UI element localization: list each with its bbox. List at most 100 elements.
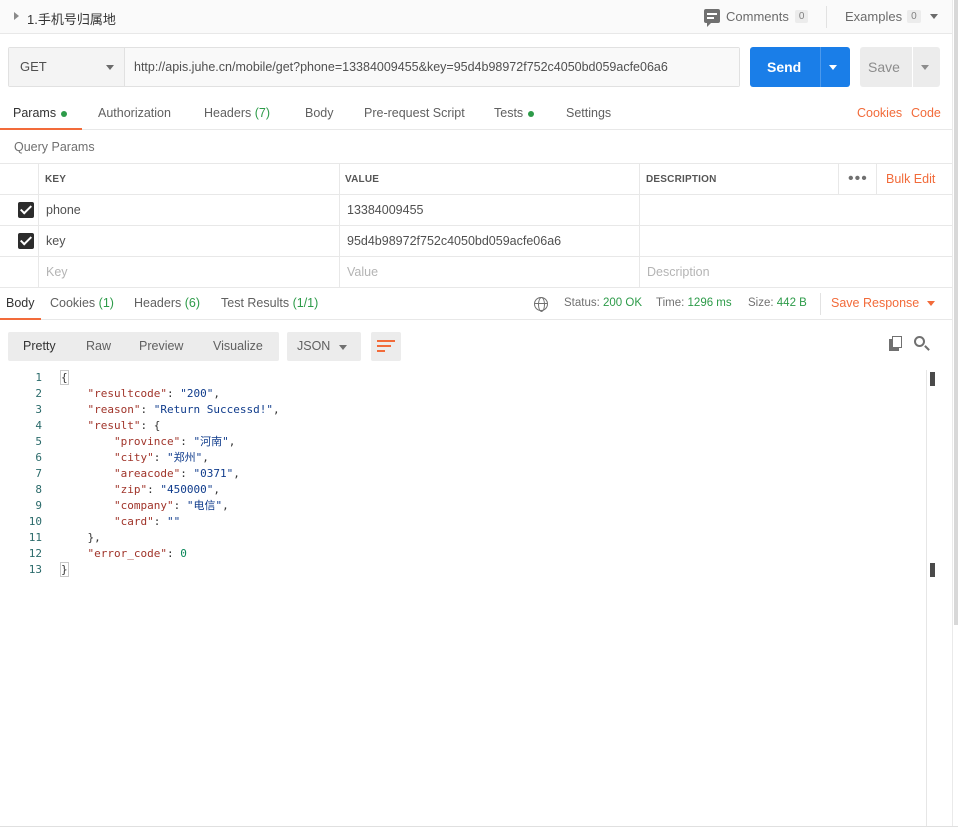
method-select[interactable]: GET [9,48,125,86]
editor-scrollbar-track [926,370,927,827]
chevron-down-icon [339,345,347,350]
param-value-cell[interactable]: 95d4b98972f752c4050bd059acfe06a6 [347,234,561,248]
response-body-editor[interactable]: 1{2 "resultcode": "200", 3 "reason": "Ret… [0,370,926,827]
request-name[interactable]: 1.手机号归属地 [27,9,116,28]
response-tab-test-results[interactable]: Test Results (1/1) [221,296,318,310]
table-row: key 95d4b98972f752c4050bd059acfe06a6 [0,226,952,257]
comments-count-badge: 0 [794,9,809,23]
divider [838,164,839,194]
format-select[interactable]: JSON [287,332,361,361]
response-tab-cookies[interactable]: Cookies (1) [50,296,114,310]
code-line: 2 "resultcode": "200", [0,386,926,402]
save-label: Save [868,59,900,75]
status-value: 200 OK [603,297,643,309]
view-preview-button[interactable]: Preview [139,339,183,353]
view-visualize-button[interactable]: Visualize [213,339,263,353]
code-line: 1{ [0,370,926,386]
scrollbar-thumb [954,0,958,625]
param-value-cell[interactable]: 13384009455 [347,203,423,217]
line-number: 6 [35,451,42,464]
send-button[interactable]: Send [750,47,850,87]
save-response-dropdown[interactable]: Save Response [831,296,936,310]
size-value: 442 B [776,297,807,309]
param-key-cell[interactable]: key [46,234,65,248]
chevron-down-icon [106,65,114,70]
divider [826,6,827,28]
new-value-input[interactable]: Value [347,265,378,279]
method-value: GET [20,59,47,74]
column-header-key: KEY [45,174,67,185]
time-readout: Time: 1296 ms [656,297,732,309]
divider [639,257,640,287]
code-text: "card": "" [113,515,181,528]
new-key-input[interactable]: Key [46,265,68,279]
table-header-row: KEY VALUE DESCRIPTION ••• Bulk Edit [0,164,952,195]
format-value: JSON [297,339,331,353]
expand-caret-icon[interactable] [14,12,19,20]
save-button[interactable]: Save [860,47,940,87]
code-line: 10 "card": "" [0,514,926,530]
code-text: "error_code": 0 [87,547,187,560]
response-tab-headers[interactable]: Headers (6) [134,296,200,310]
line-number: 9 [35,499,42,512]
divider [38,226,39,256]
request-tabs: Params Authorization Headers (7) Body Pr… [0,97,958,130]
line-number: 13 [28,563,42,576]
save-options-chevron-icon[interactable] [921,65,929,70]
chevron-down-icon [927,301,936,307]
divider [639,164,640,194]
tab-tests[interactable]: Tests [494,106,535,120]
examples-count-badge: 0 [907,9,921,23]
line-number: 7 [35,467,42,480]
line-number: 3 [35,403,42,416]
editor-scroll-marker[interactable] [930,372,935,386]
table-row: phone 13384009455 [0,195,952,226]
comments-label: Comments [726,8,789,24]
column-header-value: VALUE [345,174,380,185]
divider [339,257,340,287]
code-line: 7 "areacode": "0371", [0,466,926,482]
tab-authorization[interactable]: Authorization [98,106,171,120]
editor-scroll-marker[interactable] [930,563,935,577]
bulk-edit-link[interactable]: Bulk Edit [886,172,935,186]
view-pretty-button[interactable]: Pretty [23,339,56,353]
line-number: 12 [28,547,42,560]
param-key-cell[interactable]: phone [46,203,81,217]
code-text: "zip": "450000", [113,483,220,496]
examples-dropdown[interactable]: Examples 0 [845,7,938,25]
divider [339,164,340,194]
cookies-link[interactable]: Cookies [857,106,902,120]
active-tab-underline [0,128,82,130]
active-tab-underline [0,318,41,320]
view-raw-button[interactable]: Raw [86,339,111,353]
page-scrollbar[interactable] [952,0,958,827]
tab-pre-request-script[interactable]: Pre-request Script [364,106,465,120]
divider [38,257,39,287]
tab-headers[interactable]: Headers (7) [204,106,270,120]
param-enabled-checkbox[interactable] [18,233,34,249]
globe-icon[interactable] [534,297,548,312]
status-readout: Status: 200 OK [564,297,643,309]
new-description-input[interactable]: Description [647,265,710,279]
response-tab-body[interactable]: Body [6,296,35,310]
query-params-title: Query Params [14,140,95,154]
more-options-icon[interactable]: ••• [848,170,868,188]
code-link[interactable]: Code [911,106,941,120]
wrap-lines-button[interactable] [371,332,401,361]
code-line: 12 "error_code": 0 [0,546,926,562]
comments-button[interactable]: Comments 0 [704,7,809,27]
url-input[interactable]: http://apis.juhe.cn/mobile/get?phone=133… [125,48,739,86]
time-value: 1296 ms [687,297,732,309]
copy-icon[interactable] [889,336,903,351]
search-icon[interactable] [914,336,930,352]
tab-settings[interactable]: Settings [566,106,611,120]
line-number: 2 [35,387,42,400]
send-options-chevron-icon[interactable] [829,65,837,70]
tab-params[interactable]: Params [13,106,68,120]
param-enabled-checkbox[interactable] [18,202,34,218]
tab-body[interactable]: Body [305,106,334,120]
code-text: { [60,370,69,385]
divider [339,226,340,256]
code-text: } [60,562,69,577]
line-number: 1 [35,371,42,384]
